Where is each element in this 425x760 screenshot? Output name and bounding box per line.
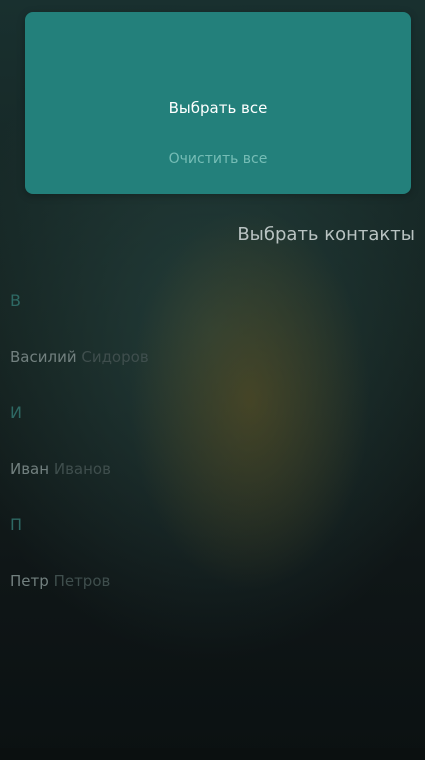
section-letter-i: И — [10, 403, 22, 422]
section-letter-p: П — [10, 515, 23, 534]
contact-first-name: Иван — [10, 460, 50, 478]
page-title: Выбрать контакты — [237, 224, 415, 245]
section-letter-v: В — [10, 291, 21, 310]
contact-first-name: Петр — [10, 572, 49, 590]
select-all-menu-item[interactable]: Выбрать все — [25, 99, 411, 117]
clear-all-menu-item[interactable]: Очистить все — [25, 151, 411, 167]
contact-last-name: Петров — [53, 572, 111, 590]
contacts-list: В Василий Сидоров И Иван Иванов П Петр П… — [10, 290, 410, 626]
contact-first-name: Василий — [10, 348, 77, 366]
selection-menu: Выбрать все Очистить все — [25, 12, 411, 194]
bottom-edge — [0, 748, 425, 760]
contact-item[interactable]: Василий Сидоров — [10, 346, 410, 402]
contact-item[interactable]: Иван Иванов — [10, 458, 410, 514]
contact-last-name: Сидоров — [81, 348, 149, 366]
contact-last-name: Иванов — [53, 460, 111, 478]
contacts-screen: Выбрать все Очистить все Выбрать контакт… — [0, 0, 425, 760]
contact-item[interactable]: Петр Петров — [10, 570, 410, 626]
